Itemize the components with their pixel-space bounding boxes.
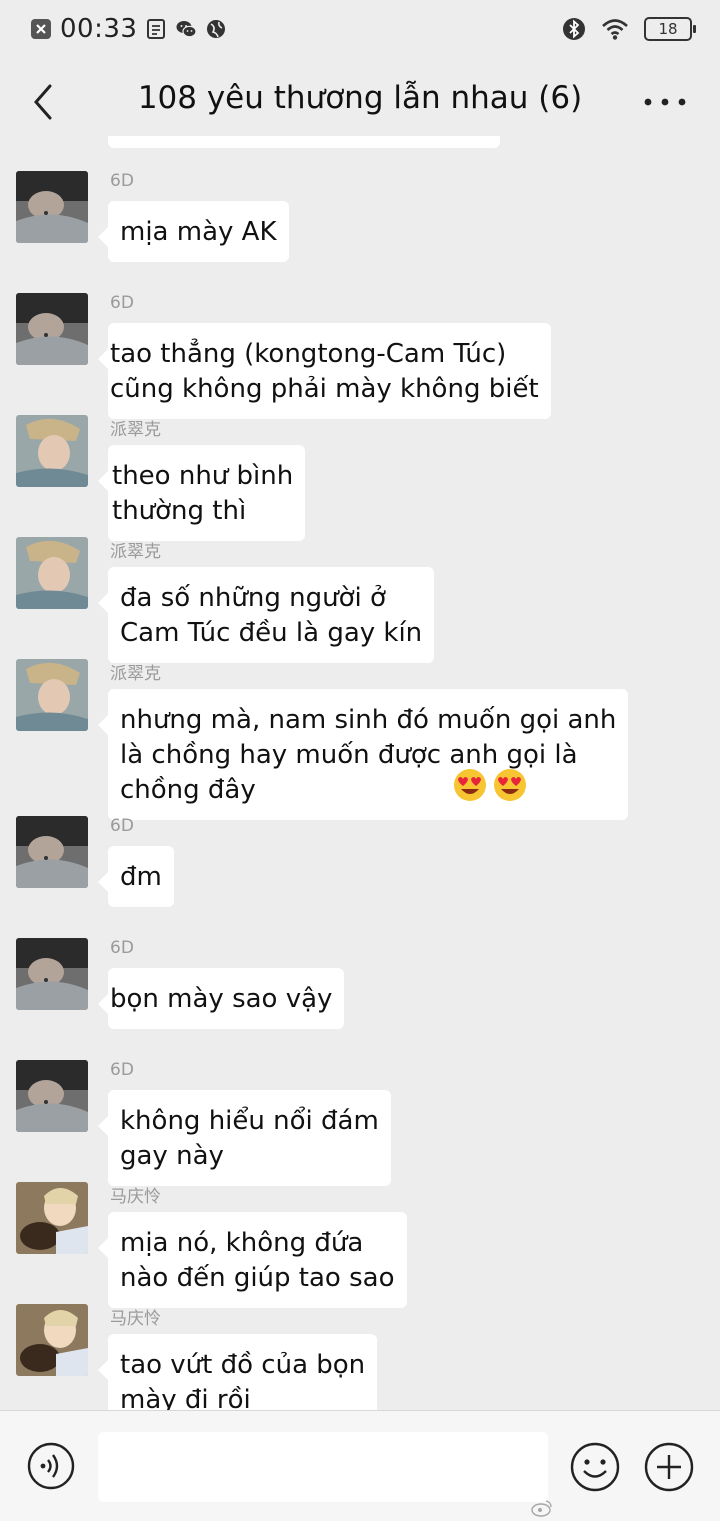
- globe-icon: [207, 20, 226, 38]
- sender-name: 6D: [110, 171, 134, 191]
- previous-message-bubble: [108, 136, 500, 148]
- sender-name: 6D: [110, 816, 134, 836]
- plus-button[interactable]: [643, 1441, 695, 1493]
- message-bubble[interactable]: mịa nó, không đứa nào đến giúp tao sao: [98, 1212, 407, 1308]
- status-bar: 00:33 18: [0, 0, 720, 58]
- message-bubble[interactable]: nhưng mà, nam sinh đó muốn gọi anh là ch…: [97, 689, 629, 820]
- input-bar: [0, 1410, 720, 1521]
- sim-icon: [147, 19, 166, 39]
- sender-name: 派翠克: [110, 664, 161, 684]
- sender-name: 派翠克: [110, 542, 161, 562]
- sender-name: 马庆怜: [110, 1309, 161, 1329]
- avatar[interactable]: [16, 171, 88, 243]
- message-bubble[interactable]: bọn mày sao vậy: [97, 968, 345, 1029]
- avatar[interactable]: [16, 659, 88, 731]
- avatar[interactable]: [16, 293, 88, 365]
- avatar[interactable]: [16, 1182, 88, 1254]
- battery-level: 18: [658, 20, 678, 38]
- emoji-group: [452, 767, 528, 803]
- title-bar: 108 yêu thương lẫn nhau (6): [0, 58, 720, 146]
- status-time: 00:33: [60, 14, 138, 44]
- heart-eyes-emoji: [494, 769, 526, 801]
- avatar[interactable]: [16, 415, 88, 487]
- weibo-watermark-icon: [531, 1500, 552, 1517]
- avatar[interactable]: [16, 938, 88, 1010]
- chat-title: 108 yêu thương lẫn nhau (6): [137, 80, 583, 116]
- wechat-icon: [176, 21, 198, 38]
- message-bubble[interactable]: đa số những người ở Cam Túc đều là gay k…: [97, 567, 435, 663]
- message-bubble[interactable]: theo như bình thường thì: [97, 445, 306, 541]
- sender-name: 6D: [110, 938, 134, 958]
- more-button[interactable]: [640, 80, 690, 124]
- close-box-icon: [31, 19, 51, 39]
- wifi-icon: [602, 19, 628, 40]
- chat-area[interactable]: 6D mịa mày AK 6D tao thẳng (kongtong-Cam…: [0, 136, 720, 1410]
- message-bubble[interactable]: không hiểu nổi đám gay này: [98, 1090, 391, 1186]
- sender-name: 马庆怜: [110, 1187, 161, 1207]
- avatar[interactable]: [16, 537, 88, 609]
- sender-name: 6D: [110, 293, 134, 313]
- message-bubble[interactable]: tao thẳng (kongtong-Cam Túc) cũng không …: [98, 323, 551, 419]
- heart-eyes-emoji: [454, 769, 486, 801]
- voice-button[interactable]: [26, 1441, 76, 1491]
- avatar[interactable]: [16, 1304, 88, 1376]
- message-bubble[interactable]: mịa mày AK: [98, 201, 289, 262]
- sender-name: 派翠克: [110, 420, 161, 440]
- message-bubble[interactable]: tao vứt đồ của bọn mày đi rồi: [97, 1334, 378, 1410]
- bluetooth-icon: [563, 18, 585, 40]
- message-bubble[interactable]: đm: [98, 846, 174, 907]
- sender-name: 6D: [110, 1060, 134, 1080]
- emoji-button[interactable]: [569, 1441, 621, 1493]
- battery-icon: 18: [644, 17, 696, 41]
- avatar[interactable]: [16, 1060, 88, 1132]
- message-input[interactable]: [98, 1432, 548, 1502]
- avatar[interactable]: [16, 816, 88, 888]
